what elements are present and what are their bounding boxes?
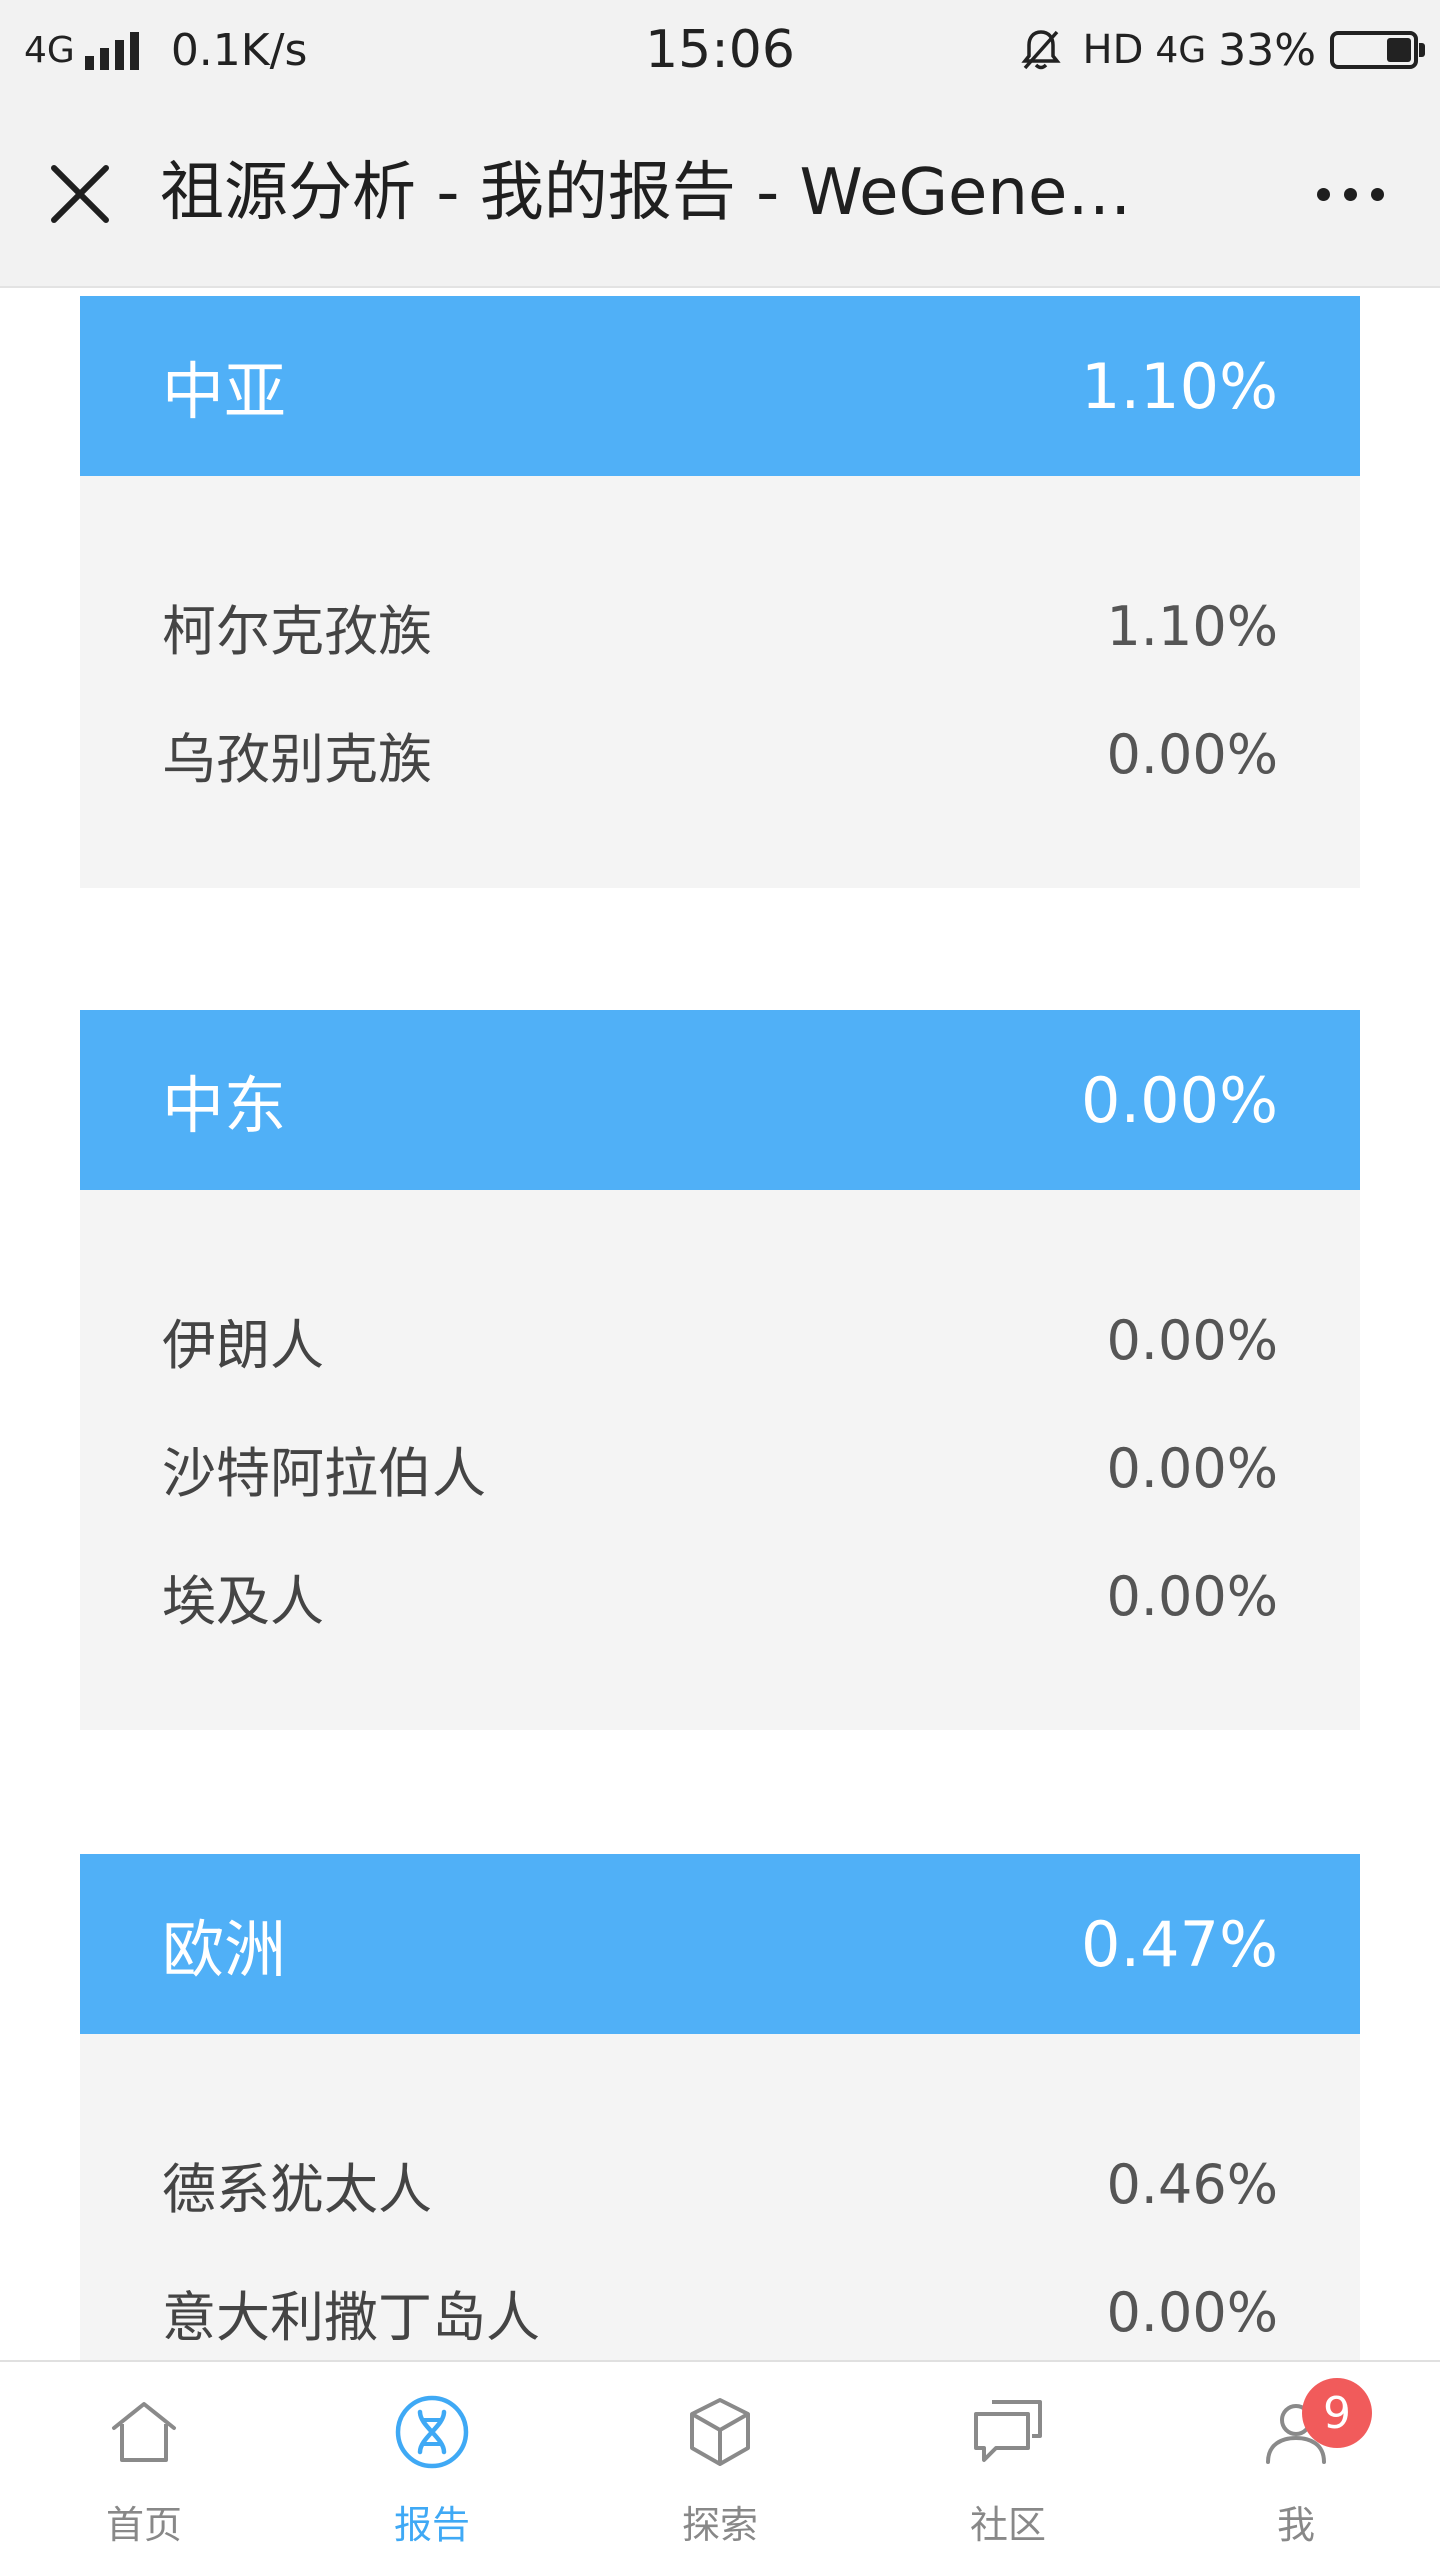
tab-home[interactable]: 首页 (0, 2362, 288, 2560)
tab-label: 社区 (969, 2503, 1046, 2547)
region-header[interactable]: 中东 0.00% (80, 1010, 1360, 1190)
network-type: 4G (24, 29, 75, 71)
tab-me[interactable]: 我 9 (1152, 2362, 1440, 2560)
region-body: 柯尔克孜族 1.10% 乌孜别克族 0.00% (80, 476, 1360, 888)
battery-percent: 33% (1218, 24, 1316, 76)
more-dot-icon (1316, 187, 1330, 201)
region-header[interactable]: 欧洲 0.47% (80, 1854, 1360, 2034)
list-item: 德系犹太人 0.46% (162, 2120, 1278, 2248)
dna-icon (395, 2395, 469, 2469)
region-percent: 1.10% (1081, 349, 1278, 423)
hd-indicator: HD (1082, 27, 1144, 73)
list-item: 意大利撒丁岛人 0.00% (162, 2248, 1278, 2360)
ethnic-group-name: 德系犹太人 (162, 2157, 432, 2221)
tab-explore[interactable]: 探索 (576, 2362, 864, 2560)
list-item: 沙特阿拉伯人 0.00% (162, 1404, 1278, 1532)
list-item: 埃及人 0.00% (162, 1532, 1278, 1660)
bell-muted-icon (1020, 30, 1061, 70)
ethnic-group-percent: 0.46% (1106, 2152, 1278, 2216)
close-icon (51, 165, 109, 223)
chat-icon (974, 2400, 1042, 2462)
status-bar: 4G 0.1K/s 15:06 HD 4G 33% (0, 0, 1440, 100)
more-dot-icon (1370, 187, 1384, 201)
tab-label: 首页 (105, 2503, 182, 2547)
ethnic-group-name: 乌孜别克族 (162, 727, 432, 791)
ethnic-group-name: 埃及人 (162, 1569, 324, 1633)
region-card-central-asia: 中亚 1.10% 柯尔克孜族 1.10% 乌孜别克族 0.00% (80, 296, 1360, 888)
region-name: 欧洲 (162, 1913, 287, 1986)
home-icon (112, 2402, 176, 2462)
region-percent: 0.47% (1081, 1907, 1278, 1981)
tab-label: 我 (1276, 2503, 1315, 2547)
ethnic-group-percent: 0.00% (1106, 1564, 1278, 1628)
ethnic-group-name: 伊朗人 (162, 1313, 324, 1377)
tab-label: 探索 (681, 2503, 758, 2547)
status-left: 4G 0.1K/s (24, 0, 307, 100)
battery-icon (1330, 31, 1425, 69)
network-type-right: 4G (1155, 29, 1207, 71)
battery-level (1386, 38, 1411, 62)
region-name: 中东 (162, 1069, 287, 1142)
region-card-europe: 欧洲 0.47% 德系犹太人 0.46% 意大利撒丁岛人 0.00% (80, 1854, 1360, 2360)
page-title: 祖源分析 - 我的报告 - WeGene… (160, 156, 1132, 230)
list-item: 乌孜别克族 0.00% (162, 690, 1278, 818)
close-button[interactable] (30, 144, 130, 244)
region-percent: 0.00% (1081, 1063, 1278, 1137)
tab-label: 报告 (393, 2503, 470, 2547)
ethnic-group-name: 柯尔克孜族 (162, 599, 432, 663)
region-body: 伊朗人 0.00% 沙特阿拉伯人 0.00% 埃及人 0.00% (80, 1190, 1360, 1730)
notification-badge: 9 (1302, 2378, 1372, 2448)
ethnic-group-percent: 0.00% (1106, 1308, 1278, 1372)
region-name: 中亚 (162, 355, 287, 428)
list-item: 柯尔克孜族 1.10% (162, 562, 1278, 690)
region-card-middle-east: 中东 0.00% 伊朗人 0.00% 沙特阿拉伯人 0.00% 埃及人 0.00… (80, 1010, 1360, 1730)
network-speed: 0.1K/s (170, 24, 308, 76)
ethnic-group-percent: 0.00% (1106, 722, 1278, 786)
list-item: 伊朗人 0.00% (162, 1276, 1278, 1404)
more-button[interactable] (1300, 144, 1400, 244)
region-body: 德系犹太人 0.46% 意大利撒丁岛人 0.00% (80, 2034, 1360, 2360)
ethnic-group-percent: 0.00% (1106, 1436, 1278, 1500)
ethnic-group-name: 沙特阿拉伯人 (162, 1441, 486, 1505)
status-right: HD 4G 33% (1017, 0, 1425, 100)
ethnic-group-percent: 0.00% (1106, 2280, 1278, 2344)
title-bar: 祖源分析 - 我的报告 - WeGene… (0, 100, 1440, 288)
ethnic-group-name: 意大利撒丁岛人 (162, 2285, 540, 2349)
tab-report[interactable]: 报告 (288, 2362, 576, 2560)
report-content[interactable]: 中亚 1.10% 柯尔克孜族 1.10% 乌孜别克族 0.00% 中东 0.00… (0, 288, 1440, 2360)
signal-icon (84, 30, 145, 70)
more-dot-icon (1343, 187, 1357, 201)
cube-icon (690, 2398, 750, 2466)
region-header[interactable]: 中亚 1.10% (80, 296, 1360, 476)
ethnic-group-percent: 1.10% (1106, 594, 1278, 658)
tab-community[interactable]: 社区 (864, 2362, 1152, 2560)
bottom-tab-bar: 首页 报告 探索 社区 我 9 (0, 2360, 1440, 2560)
